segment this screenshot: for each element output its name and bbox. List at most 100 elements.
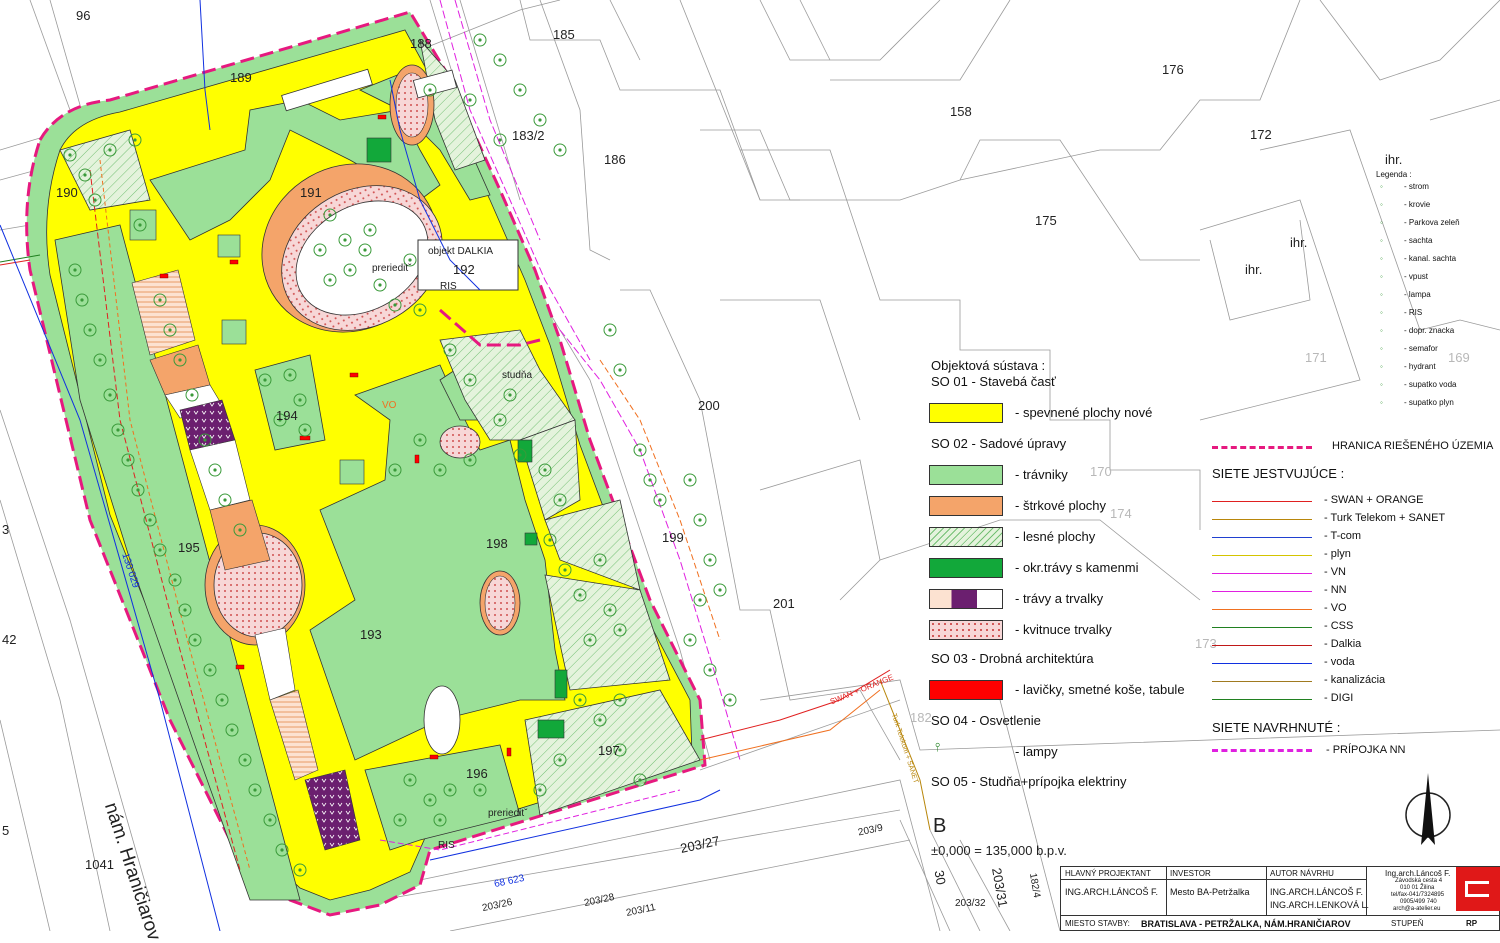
- symbol-icon: ◦: [1380, 200, 1383, 209]
- parcel-label: 203/32: [955, 898, 986, 909]
- firm-logo-icon: [1456, 867, 1500, 911]
- symbol-legend-item: ◦ - RIS: [1380, 308, 1423, 317]
- tree-icon: [613, 363, 627, 377]
- symbol-legend-item: ◦ - hydrant: [1380, 362, 1436, 371]
- parcel-label: 174: [1110, 506, 1132, 521]
- symbol-icon: ◦: [1380, 254, 1383, 263]
- parcel-label: 3: [2, 522, 10, 537]
- tree-icon: [683, 633, 697, 647]
- lamp-icon: ⫯: [935, 740, 941, 754]
- parcel-label: 186: [604, 152, 626, 167]
- parcel-label: 189: [230, 70, 252, 85]
- well-label: studňa: [502, 370, 533, 381]
- parcel-label: 192: [453, 262, 475, 277]
- parcel-label: 30: [931, 869, 949, 886]
- symbol-icon: ◦: [1380, 290, 1383, 299]
- tb-firm: Ing.arch.Láncoš F.: [1385, 869, 1451, 878]
- parcel-label: 198: [486, 536, 508, 551]
- tb-head-designer: HLAVNÝ PROJEKTANT: [1065, 869, 1151, 878]
- symbol-icon: ◦: [1380, 308, 1383, 317]
- tb-stage: RP: [1466, 919, 1478, 928]
- tree-icon: [553, 143, 567, 157]
- symbol-icon: ◦: [1380, 272, 1383, 281]
- legend-so04: SO 04 - Osvetlenie: [931, 713, 1041, 728]
- tree-icon: [493, 53, 507, 67]
- tree-icon: [463, 93, 477, 107]
- tree-icon: [693, 513, 707, 527]
- network-line-icon: [1212, 537, 1312, 538]
- section-b: B: [933, 815, 947, 837]
- paved-swatch: [929, 403, 1003, 423]
- parcel-label: 200: [698, 398, 720, 413]
- network-legend-item: - Turk Telekom + SANET: [1212, 512, 1492, 528]
- proposed-line-icon: [1212, 749, 1312, 752]
- network-legend-item: - CSS: [1212, 620, 1492, 636]
- parcel-label: 158: [950, 104, 972, 119]
- parcel-label: 170: [1090, 464, 1112, 479]
- well-note: prerieditˇ: [372, 263, 412, 274]
- proposed-networks-header: SIETE NAVRHNUTÉ :: [1212, 720, 1341, 735]
- tree-icon: [683, 473, 697, 487]
- perennials-swatch: [929, 589, 1003, 609]
- ris-label: RIS: [440, 281, 457, 292]
- network-line-icon: [1212, 699, 1312, 700]
- tb-place-head: MIESTO STAVBY:: [1065, 919, 1130, 928]
- tree-icon: [693, 593, 707, 607]
- symbol-legend-list: ◦ - strom ◦ - krovie ◦ - Parkova zeleň ◦ - sach…: [1380, 182, 1490, 412]
- network-legend-item: - T-com: [1212, 530, 1492, 546]
- ris-label: RIS: [438, 840, 455, 851]
- legend-so02: SO 02 - Sadové úpravy: [931, 436, 1067, 451]
- tb-author2: ING.ARCH.LENKOVÁ L.: [1270, 900, 1370, 910]
- tree-icon: [473, 33, 487, 47]
- parcel-label: 197: [598, 743, 620, 758]
- network-legend-item: - VN: [1212, 566, 1492, 582]
- network-line-icon: [1212, 573, 1312, 574]
- well-note: prerieditˇ: [488, 808, 528, 819]
- parcel-label: 171: [1305, 350, 1327, 365]
- tb-head-author: AUTOR NÁVRHU: [1270, 869, 1334, 878]
- network-legend-item: - Dalkia: [1212, 638, 1492, 654]
- tree-icon: [703, 553, 717, 567]
- elevation-note: ±0,000 = 135,000 b.p.v.: [931, 843, 1067, 858]
- tree-icon: [723, 693, 737, 707]
- forest-swatch: [929, 527, 1003, 547]
- parcel-label: 182: [910, 710, 932, 725]
- parcel-label: ihr.: [1385, 152, 1403, 167]
- network-line-icon: [1212, 591, 1312, 592]
- parcel-label: 175: [1035, 213, 1057, 228]
- symbol-icon: ◦: [1380, 236, 1383, 245]
- network-line-icon: [1212, 609, 1312, 610]
- existing-networks-list: - SWAN + ORANGE - Turk Telekom + SANET - T…: [1212, 494, 1492, 714]
- boundary-line-icon: [1212, 446, 1312, 449]
- tree-icon: [713, 583, 727, 597]
- parcel-label: 176: [1162, 62, 1184, 77]
- symbol-icon: ◦: [1380, 362, 1383, 371]
- tb-firm: arch@a-atelier.eu: [1393, 906, 1441, 912]
- parcel-label: 199: [662, 530, 684, 545]
- symbol-legend-item: ◦ - Parkova zeleň: [1380, 218, 1460, 227]
- network-legend-item: - NN: [1212, 584, 1492, 600]
- tb-investor: Mesto BA-Petržalka: [1170, 887, 1250, 897]
- tree-icon: [533, 113, 547, 127]
- network-line-icon: [1212, 555, 1312, 556]
- legend-so01: SO 01 - Stavebá časť: [931, 374, 1056, 389]
- parcel-label: 183/2: [512, 128, 545, 143]
- network-line-icon: [1212, 663, 1312, 664]
- tb-firm: Závodská cesta 4: [1395, 878, 1443, 884]
- vo-label: VO: [382, 400, 397, 411]
- network-legend-item: - VO: [1212, 602, 1492, 618]
- symbol-legend-item: ◦ - kanal. sachta: [1380, 254, 1457, 263]
- parcel-label: 193: [360, 627, 382, 642]
- parcel-label: 191: [300, 185, 322, 200]
- network-legend-item: - DIGI: [1212, 692, 1492, 708]
- legend-so03: SO 03 - Drobná architektúra: [931, 651, 1094, 666]
- parcel-label: ihr.: [1290, 235, 1308, 250]
- stone-grass-swatch: [929, 558, 1003, 578]
- symbol-legend-item: ◦ - supatko plyn: [1380, 398, 1454, 407]
- symbol-legend-item: ◦ - sachta: [1380, 236, 1433, 245]
- tb-stage-head: STUPEŇ: [1391, 919, 1424, 928]
- network-legend-item: - kanalizácia: [1212, 674, 1492, 690]
- symbol-icon: ◦: [1380, 398, 1383, 407]
- legend-header: Objektová sústava :: [931, 358, 1046, 373]
- parcel-label: 196: [466, 766, 488, 781]
